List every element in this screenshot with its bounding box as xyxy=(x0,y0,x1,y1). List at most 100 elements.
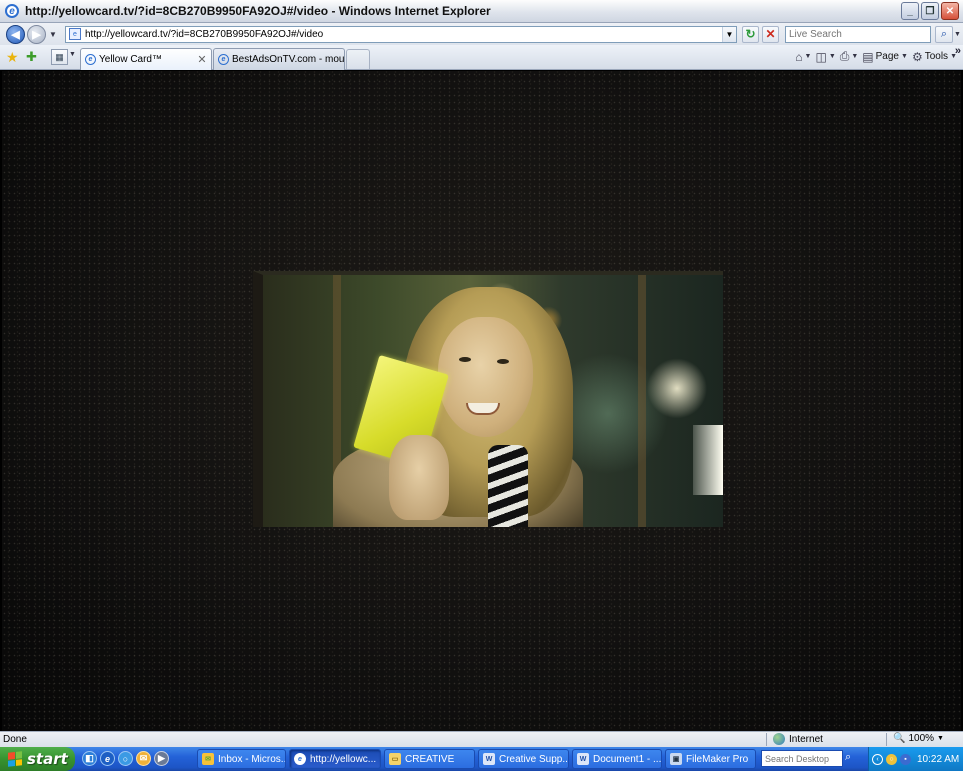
desktop-search-input[interactable] xyxy=(765,753,843,764)
gear-icon: ⚙ xyxy=(911,49,923,64)
light-glare xyxy=(693,425,723,495)
task-ie-yellowcard[interactable]: e http://yellowc... xyxy=(289,749,381,769)
quicklaunch-search-icon[interactable]: ○ xyxy=(118,751,133,766)
zoom-icon: 🔍 xyxy=(893,733,906,744)
word-icon: W xyxy=(577,753,589,765)
window-title: http://yellowcard.tv/?id=8CB270B9950FA92… xyxy=(25,4,491,18)
search-input[interactable] xyxy=(789,28,929,40)
outlook-icon: ✉ xyxy=(202,753,214,765)
task-label: http://yellowc... xyxy=(310,753,377,765)
task-creative-support[interactable]: W Creative Supp... xyxy=(478,749,569,769)
feeds-button[interactable]: ◫ ▼ xyxy=(815,50,835,64)
rss-feed-icon: ◫ xyxy=(815,49,827,64)
video-player[interactable] xyxy=(253,271,723,527)
start-button[interactable]: start xyxy=(0,747,75,771)
taskbar: start ◧ e ○ ✉ ▶ ✉ Inbox - Micros... e ht… xyxy=(0,747,963,771)
window-titlebar: e http://yellowcard.tv/?id=8CB270B9950FA… xyxy=(0,0,963,23)
status-divider xyxy=(766,733,767,746)
home-button[interactable]: ⌂ ▼ xyxy=(795,50,811,64)
minimize-button[interactable]: _ xyxy=(901,2,919,20)
recent-pages-dropdown[interactable]: ▼ xyxy=(49,30,59,39)
page-icon: e xyxy=(69,28,81,40)
desktop-search-box[interactable] xyxy=(761,750,843,767)
command-bar: ⌂ ▼ ◫ ▼ ⎙ ▼ ▤ Page ▼ ⚙ Tools ▼ xyxy=(795,49,957,64)
task-inbox[interactable]: ✉ Inbox - Micros... xyxy=(197,749,286,769)
print-button[interactable]: ⎙ ▼ xyxy=(840,49,859,64)
new-tab-button[interactable] xyxy=(346,49,370,69)
task-document1[interactable]: W Document1 - ... xyxy=(572,749,662,769)
tools-menu-button[interactable]: ⚙ Tools ▼ xyxy=(912,50,957,64)
task-label: Document1 - ... xyxy=(593,753,662,765)
page-menu-button[interactable]: ▤ Page ▼ xyxy=(862,50,908,64)
status-text: Done xyxy=(3,734,27,745)
filemaker-icon: ▣ xyxy=(670,753,682,765)
page-content xyxy=(2,71,961,731)
quicklaunch-media-icon[interactable]: ▶ xyxy=(154,751,169,766)
tray-network-icon[interactable]: ▪ xyxy=(900,753,911,765)
folder-icon: ▭ xyxy=(389,753,401,765)
system-tray: ‹ ○ ▪ 10:22 AM xyxy=(868,747,963,771)
search-icon[interactable]: ⌕ xyxy=(935,25,953,43)
security-zone[interactable]: Internet xyxy=(773,733,823,745)
stop-button[interactable]: ✕ xyxy=(762,25,779,43)
add-favorites-icon[interactable]: ✚ xyxy=(26,49,37,65)
quicklaunch-ie-icon[interactable]: e xyxy=(100,751,115,766)
status-divider xyxy=(886,733,887,746)
task-label: Creative Supp... xyxy=(499,753,569,765)
woman-face xyxy=(438,317,533,437)
search-options-dropdown[interactable]: ▼ xyxy=(954,31,963,38)
tab-list-dropdown[interactable]: ▼ xyxy=(69,51,76,58)
quicklaunch-desktop-icon[interactable]: ◧ xyxy=(82,751,97,766)
internet-explorer-icon: e xyxy=(5,4,19,18)
task-creative-folder[interactable]: ▭ CREATIVE xyxy=(384,749,475,769)
home-icon: ⌂ xyxy=(795,49,803,64)
chevron-more-icon[interactable]: » xyxy=(955,45,961,57)
windows-flag-icon xyxy=(8,751,22,767)
quicklaunch-outlook-icon[interactable]: ✉ xyxy=(136,751,151,766)
zoom-control[interactable]: 🔍 100% ▼ xyxy=(893,733,944,744)
quick-tabs-icon[interactable]: ▦ xyxy=(51,49,68,65)
ie-icon: e xyxy=(294,753,306,765)
window-controls: _ ❐ ✕ xyxy=(901,2,959,20)
zoom-level: 100% xyxy=(908,733,935,744)
tools-menu-label: Tools xyxy=(924,51,949,62)
address-bar[interactable]: e ▼ xyxy=(65,25,737,43)
woman-eye xyxy=(459,357,471,362)
video-pillar xyxy=(638,275,646,527)
back-button[interactable]: ◀ xyxy=(6,24,25,44)
page-menu-label: Page xyxy=(875,51,899,62)
zone-label: Internet xyxy=(789,733,823,745)
tab-yellow-card[interactable]: e Yellow Card™ ✕ xyxy=(80,48,212,70)
start-label: start xyxy=(27,750,68,768)
tab-bestadsontv[interactable]: e BestAdsOnTV.com - mouse run xyxy=(213,48,345,70)
woman-hand xyxy=(389,435,449,520)
task-label: FileMaker Pro xyxy=(686,753,749,765)
tab-toolbar: ★ ✚ ▦ ▼ e Yellow Card™ ✕ e BestAdsOnTV.c… xyxy=(0,45,963,70)
forward-button[interactable]: ▶ xyxy=(27,24,46,44)
clock: 10:22 AM xyxy=(917,753,960,765)
address-input[interactable] xyxy=(85,28,725,40)
task-label: Inbox - Micros... xyxy=(218,753,286,765)
search-icon[interactable]: ⌕ xyxy=(845,751,851,764)
zoom-dropdown-icon: ▼ xyxy=(937,735,944,742)
status-bar: Done Internet 🔍 100% ▼ xyxy=(0,731,963,747)
task-label: CREATIVE xyxy=(405,753,455,765)
striped-shirt xyxy=(488,445,528,527)
tab-label: BestAdsOnTV.com - mouse run xyxy=(232,54,344,65)
close-button[interactable]: ✕ xyxy=(941,2,959,20)
address-dropdown-button[interactable]: ▼ xyxy=(722,26,736,42)
address-toolbar: ◀ ▶ ▼ e ▼ ↻ ✕ ⌕ ▼ xyxy=(0,23,963,45)
globe-icon xyxy=(773,733,785,745)
restore-button[interactable]: ❐ xyxy=(921,2,939,20)
ie-page-icon: e xyxy=(218,54,229,65)
task-filemaker[interactable]: ▣ FileMaker Pro xyxy=(665,749,756,769)
tray-outlook-icon[interactable]: ○ xyxy=(886,753,897,765)
favorites-star-icon[interactable]: ★ xyxy=(6,49,19,66)
word-icon: W xyxy=(483,753,495,765)
tray-back-icon[interactable]: ‹ xyxy=(872,753,883,765)
search-box[interactable] xyxy=(785,25,931,43)
tab-label: Yellow Card™ xyxy=(99,54,162,65)
refresh-button[interactable]: ↻ xyxy=(742,25,759,43)
tab-close-icon[interactable]: ✕ xyxy=(196,53,208,66)
ie-page-icon: e xyxy=(85,54,96,65)
